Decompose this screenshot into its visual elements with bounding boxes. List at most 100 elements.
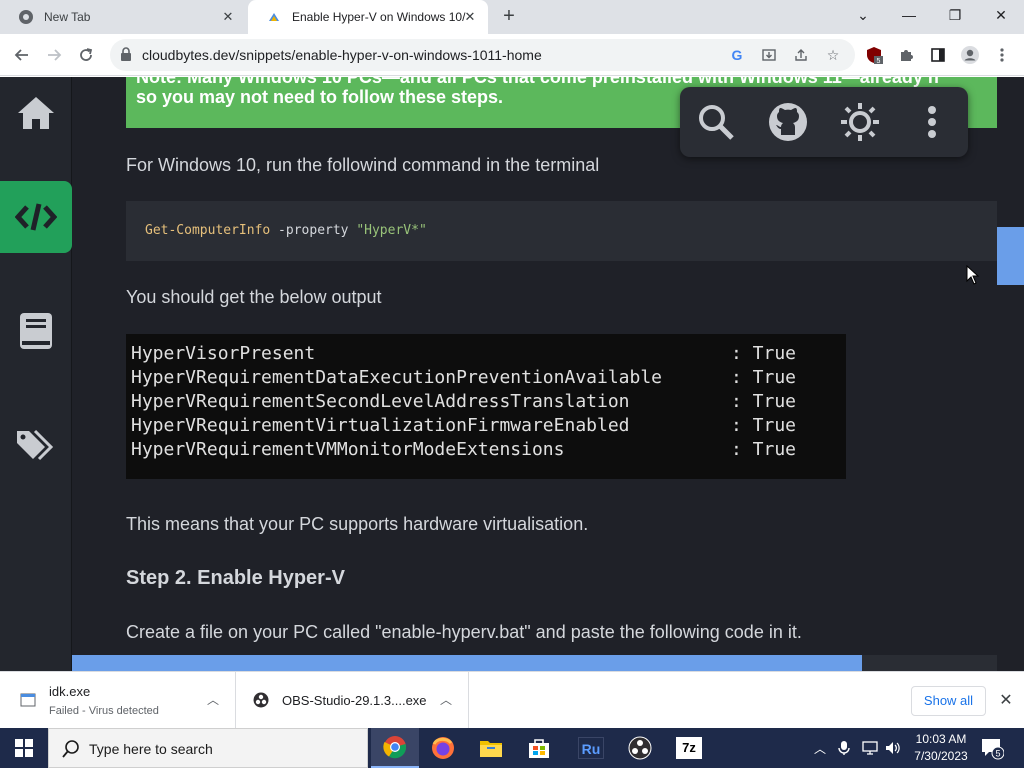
taskbar-search-box[interactable]: Type here to search [48, 728, 368, 768]
notification-count: 5 [995, 749, 1000, 759]
side-navigation [0, 77, 72, 671]
browser-menu-icon[interactable] [990, 43, 1014, 67]
download-filename: idk.exe [49, 684, 91, 699]
download-status: Failed - Virus detected [49, 705, 159, 717]
tags-icon [17, 429, 54, 461]
tab-strip: New Tab ✕ Enable Hyper-V on Windows 10/ … [0, 0, 1024, 34]
windows-logo-icon [15, 739, 33, 757]
theme-toggle-button[interactable] [840, 102, 880, 142]
mouse-cursor-icon [966, 265, 980, 285]
taskbar-ru-app[interactable]: Ru [567, 728, 615, 768]
side-panel-icon[interactable] [926, 43, 950, 67]
chevron-up-icon[interactable]: ︿ [438, 691, 454, 707]
windows-taskbar: Type here to search Ru 7z ︿ 10:03 AM 7/3… [0, 728, 1024, 768]
search-icon [699, 105, 734, 140]
close-download-bar-icon[interactable]: ✕ [996, 691, 1016, 711]
code-command: Get-ComputerInfo [145, 223, 271, 238]
profile-avatar-icon[interactable] [958, 43, 982, 67]
forward-button[interactable] [42, 43, 66, 67]
firefox-icon [432, 737, 454, 759]
tab-new-tab[interactable]: New Tab ✕ [0, 0, 246, 34]
output-row: HyperVRequirementVMMonitorModeExtensions… [131, 439, 797, 460]
page-scrollbar[interactable] [997, 77, 1024, 671]
download-item-idk[interactable]: idk.exe Failed - Virus detected ︿ [0, 672, 236, 729]
minimize-button[interactable]: — [886, 0, 932, 30]
url-text: cloudbytes.dev/snippets/enable-hyper-v-o… [142, 47, 542, 63]
taskbar-obs[interactable] [616, 728, 664, 768]
chrome-icon [383, 736, 407, 759]
show-hidden-icons-chevron[interactable]: ︿ [814, 728, 826, 768]
output-row: HyperVisorPresent: True [131, 343, 797, 364]
article-content: Note: Many Windows 10 PCs—and all PCs th… [72, 77, 1024, 671]
chevron-up-icon[interactable]: ︿ [205, 691, 221, 707]
book-icon [20, 313, 52, 349]
store-bag-icon [529, 739, 549, 758]
chrome-icon [18, 9, 34, 25]
sun-icon [841, 103, 879, 141]
microphone-icon[interactable] [838, 728, 850, 768]
taskbar-firefox[interactable] [419, 728, 467, 768]
tab-title: New Tab [44, 10, 91, 24]
close-tab-icon[interactable]: ✕ [462, 9, 478, 25]
note-line-2: so you may not need to follow these step… [136, 87, 504, 107]
lock-icon[interactable] [120, 47, 136, 63]
output-row: HyperVRequirementVirtualizationFirmwareE… [131, 415, 797, 436]
search-button[interactable] [696, 102, 736, 142]
step-2-heading: Step 2. Enable Hyper-V [126, 567, 345, 589]
reading-progress-bar [72, 655, 862, 671]
nav-tags[interactable] [0, 409, 72, 481]
code-argument: "HyperV*" [356, 223, 427, 238]
google-lens-icon[interactable]: G [728, 47, 746, 65]
paragraph-supports-virtualisation: This means that your PC supports hardwar… [126, 514, 589, 534]
tab-active-page[interactable]: Enable Hyper-V on Windows 10/ ✕ [248, 0, 488, 34]
nav-snippets[interactable] [0, 181, 72, 253]
taskbar-clock[interactable]: 10:03 AM 7/30/2023 [906, 731, 976, 765]
nav-book[interactable] [0, 295, 72, 367]
github-icon [769, 103, 807, 141]
terminal-output-image: HyperVisorPresent: True HyperVRequiremen… [126, 334, 846, 479]
address-bar[interactable]: cloudbytes.dev/snippets/enable-hyper-v-o… [110, 39, 855, 71]
close-tab-icon[interactable]: ✕ [220, 9, 236, 25]
taskbar-7zip[interactable]: 7z [665, 728, 713, 768]
home-icon [18, 97, 54, 129]
github-button[interactable] [768, 102, 808, 142]
reload-button[interactable] [74, 43, 98, 67]
back-button[interactable] [10, 43, 34, 67]
7zip-label: 7z [676, 737, 702, 759]
taskbar-chrome[interactable] [371, 728, 419, 768]
paragraph-create-file: Create a file on your PC called "enable-… [126, 622, 802, 642]
volume-icon[interactable] [885, 728, 901, 768]
paragraph-run-command: For Windows 10, run the followind comman… [126, 155, 600, 175]
download-filename: OBS-Studio-29.1.3....exe [282, 693, 427, 708]
code-icon [15, 203, 57, 231]
start-button[interactable] [0, 728, 48, 768]
taskbar-store[interactable] [515, 728, 563, 768]
search-icon [61, 739, 81, 759]
tab-search-chevron-icon[interactable]: ⌄ [840, 0, 886, 30]
maximize-button[interactable]: ❐ [932, 0, 978, 30]
close-window-button[interactable]: ✕ [978, 0, 1024, 30]
notification-center-button[interactable]: 5 [980, 736, 1005, 760]
code-flag: -property [270, 223, 357, 238]
new-tab-button[interactable]: + [498, 6, 520, 28]
download-item-obs[interactable]: OBS-Studio-29.1.3....exe ︿ [237, 672, 469, 729]
scrollbar-thumb[interactable] [997, 227, 1024, 285]
taskbar-file-explorer[interactable] [467, 728, 515, 768]
more-vertical-icon [928, 106, 936, 138]
web-page: Note: Many Windows 10 PCs—and all PCs th… [0, 77, 1024, 671]
extensions-puzzle-icon[interactable] [894, 43, 918, 67]
ublock-extension-icon[interactable]: 5 [862, 43, 886, 67]
more-options-button[interactable] [912, 102, 952, 142]
share-icon[interactable] [792, 47, 810, 65]
clock-date: 7/30/2023 [914, 749, 968, 763]
nav-home[interactable] [0, 77, 72, 149]
show-all-downloads-button[interactable]: Show all [911, 686, 986, 716]
extension-badge: 5 [877, 58, 881, 65]
code-block[interactable]: Get-ComputerInfo -property "HyperV*" [126, 201, 997, 261]
floating-action-bar [680, 87, 968, 157]
network-icon[interactable] [862, 728, 878, 768]
notification-icon: 5 [982, 739, 1005, 760]
bookmark-star-icon[interactable]: ☆ [824, 47, 842, 65]
install-app-icon[interactable] [760, 47, 778, 65]
folder-icon [480, 741, 502, 757]
